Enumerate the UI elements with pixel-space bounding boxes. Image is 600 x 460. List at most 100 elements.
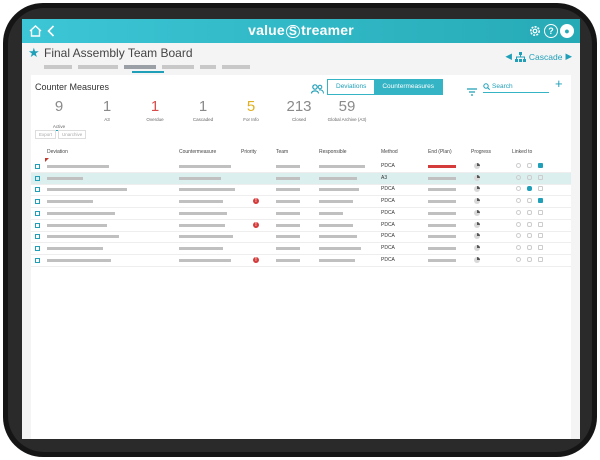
view-icon[interactable] xyxy=(516,233,521,239)
row-checkbox[interactable] xyxy=(35,222,40,228)
countermeasure-cell[interactable] xyxy=(179,165,231,168)
col-priority[interactable]: Priority xyxy=(241,149,257,155)
trophy-icon[interactable] xyxy=(538,221,543,227)
row-checkbox[interactable] xyxy=(35,210,40,216)
link-icon[interactable] xyxy=(527,233,532,239)
stat-overdue[interactable]: 1 Overdue xyxy=(131,99,179,129)
deviation-cell[interactable] xyxy=(47,211,115,215)
view-icon[interactable] xyxy=(516,186,521,192)
link-icon[interactable] xyxy=(527,244,532,250)
subtab-6[interactable] xyxy=(222,65,250,69)
table-row[interactable]: PDCA xyxy=(31,231,571,244)
trophy-icon[interactable] xyxy=(538,209,543,215)
stat-for-info[interactable]: 5 For Info xyxy=(227,99,275,129)
unarchive-button[interactable]: Unarchive xyxy=(58,130,87,139)
col-countermeasure[interactable]: Countermeasure xyxy=(179,149,216,155)
table-row[interactable]: PDCA xyxy=(31,243,571,255)
table-row[interactable]: PDCA xyxy=(31,158,571,173)
countermeasures-tab[interactable]: Countermeasures xyxy=(374,80,443,94)
countermeasure-cell[interactable] xyxy=(179,176,221,180)
cascade-nav[interactable]: ◀ Cascade ▶ xyxy=(505,51,572,62)
col-team[interactable]: Team xyxy=(276,149,288,155)
col-deviation[interactable]: Deviation xyxy=(47,149,68,155)
trophy-icon[interactable] xyxy=(538,174,543,180)
add-countermeasure-icon[interactable]: + xyxy=(555,76,563,91)
table-row[interactable]: PDCA xyxy=(31,208,571,220)
filter-icon[interactable] xyxy=(467,83,477,101)
stat-cascaded[interactable]: 1 Cascaded xyxy=(179,99,227,129)
link-icon[interactable] xyxy=(527,186,532,192)
link-icon[interactable] xyxy=(527,163,532,168)
link-icon[interactable] xyxy=(527,174,532,180)
table-row[interactable]: ! PDCA xyxy=(31,255,571,267)
deviation-cell[interactable] xyxy=(47,235,119,239)
cascade-next-icon[interactable]: ▶ xyxy=(565,51,572,62)
team-users-icon[interactable] xyxy=(310,81,324,99)
table-row[interactable]: PDCA xyxy=(31,184,571,197)
table-row[interactable]: ! PDCA xyxy=(31,220,571,232)
trophy-icon[interactable] xyxy=(538,244,543,250)
export-button[interactable]: Export xyxy=(35,130,57,139)
deviation-cell[interactable] xyxy=(47,188,127,192)
deviation-cell[interactable] xyxy=(47,246,103,250)
col-progress[interactable]: Progress xyxy=(471,149,491,155)
trophy-icon[interactable] xyxy=(538,256,543,262)
deviation-cell[interactable] xyxy=(47,258,111,262)
row-checkbox[interactable] xyxy=(35,234,40,240)
view-icon[interactable] xyxy=(516,221,521,227)
stat-closed[interactable]: 213 Closed xyxy=(275,99,323,129)
trophy-icon[interactable] xyxy=(538,198,543,204)
stat-active[interactable]: 9 Active xyxy=(35,99,83,131)
row-checkbox[interactable] xyxy=(35,245,40,251)
row-checkbox[interactable] xyxy=(35,199,40,205)
deviation-cell[interactable] xyxy=(47,223,107,227)
responsible-cell xyxy=(319,176,357,180)
trophy-icon[interactable] xyxy=(538,163,543,168)
deviation-cell[interactable] xyxy=(47,176,83,180)
row-checkbox[interactable] xyxy=(35,257,40,263)
subtab-2[interactable] xyxy=(78,65,118,69)
row-checkbox[interactable] xyxy=(35,175,40,181)
subtab-4[interactable] xyxy=(162,65,194,69)
col-responsible[interactable]: Responsible xyxy=(319,149,347,155)
col-end-plan[interactable]: End (Plan) xyxy=(428,149,452,155)
view-icon[interactable] xyxy=(516,198,521,204)
row-checkbox[interactable] xyxy=(35,187,40,193)
deviation-cell[interactable] xyxy=(47,200,93,204)
view-icon[interactable] xyxy=(516,209,521,215)
view-icon[interactable] xyxy=(516,244,521,250)
row-checkbox[interactable] xyxy=(35,164,40,169)
view-icon[interactable] xyxy=(516,163,521,168)
deviation-cell[interactable] xyxy=(47,165,109,168)
countermeasure-cell[interactable] xyxy=(179,211,227,215)
countermeasure-cell[interactable] xyxy=(179,188,235,192)
subtab-5[interactable] xyxy=(200,65,216,69)
col-linked-to[interactable]: Linked to xyxy=(512,149,532,155)
countermeasure-cell[interactable] xyxy=(179,200,223,204)
link-icon[interactable] xyxy=(527,209,532,215)
favorite-star-icon[interactable]: ★ xyxy=(28,45,40,61)
deviations-tab[interactable]: Deviations xyxy=(328,80,375,94)
search-box[interactable]: Search xyxy=(483,80,549,93)
table-row[interactable]: A3 xyxy=(31,172,571,185)
table-row[interactable]: ! PDCA xyxy=(31,196,571,209)
link-icon[interactable] xyxy=(527,198,532,204)
user-profile-icon[interactable]: ● xyxy=(558,22,576,40)
countermeasure-cell[interactable] xyxy=(179,223,225,227)
trophy-icon[interactable] xyxy=(538,233,543,239)
link-icon[interactable] xyxy=(527,256,532,262)
countermeasure-cell[interactable] xyxy=(179,235,233,239)
trophy-icon[interactable] xyxy=(538,186,543,192)
subtab-1[interactable] xyxy=(44,65,72,69)
subtab-3[interactable] xyxy=(124,65,156,69)
end-plan-cell xyxy=(428,223,456,227)
stat-global-archive-a3-[interactable]: 59 Global Archive (A3) xyxy=(323,99,371,129)
stat-a3[interactable]: 1 A3 xyxy=(83,99,131,129)
view-icon[interactable] xyxy=(516,174,521,180)
col-method[interactable]: Method xyxy=(381,149,398,155)
link-icon[interactable] xyxy=(527,221,532,227)
countermeasure-cell[interactable] xyxy=(179,258,231,262)
view-icon[interactable] xyxy=(516,256,521,262)
cascade-prev-icon[interactable]: ◀ xyxy=(505,51,512,62)
countermeasure-cell[interactable] xyxy=(179,246,223,250)
